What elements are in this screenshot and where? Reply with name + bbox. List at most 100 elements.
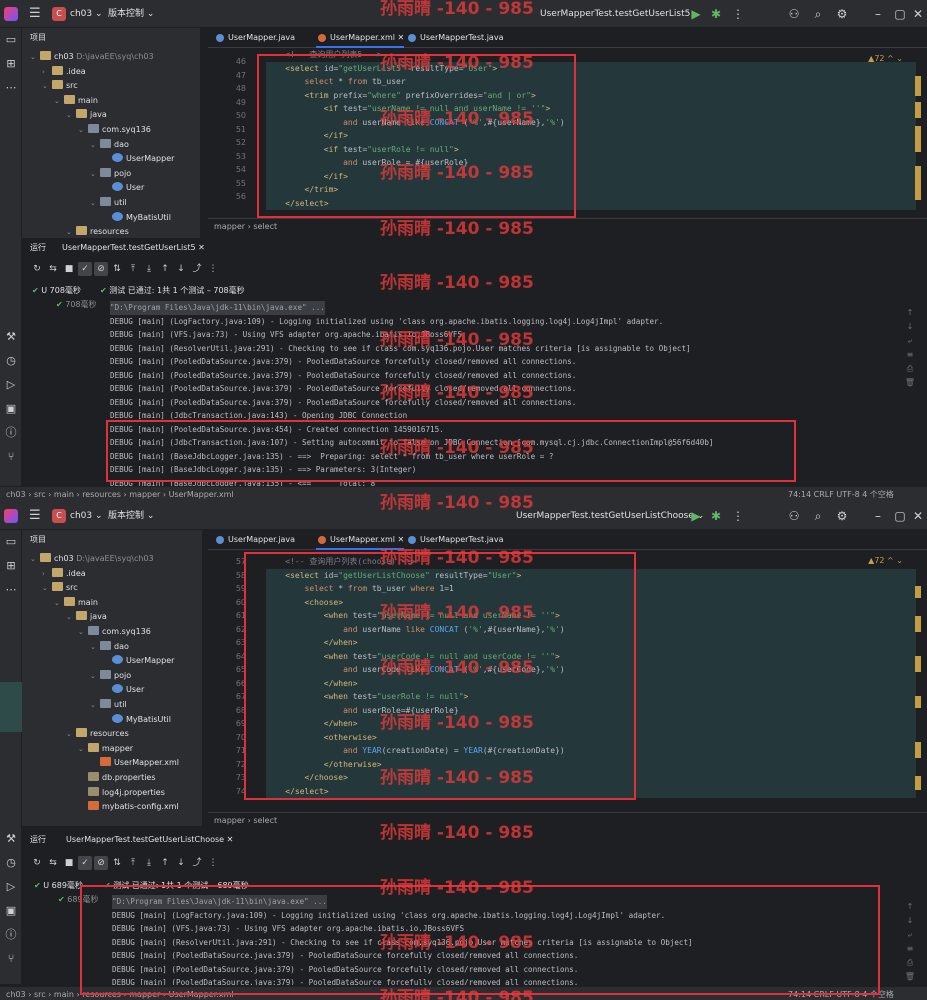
folder-icon[interactable]: ▭ xyxy=(0,530,22,554)
gear-icon[interactable]: ⚙ xyxy=(834,5,850,23)
debug-icon[interactable]: ✱ xyxy=(708,5,724,23)
tree-item[interactable]: log4j.properties xyxy=(78,786,165,800)
tree-item[interactable]: ⌄ util xyxy=(90,196,127,210)
status-path-segment[interactable]: › main xyxy=(46,990,74,999)
sort-icon[interactable]: ⇅ xyxy=(110,856,124,870)
tree-item[interactable]: UserMapper xyxy=(102,654,174,668)
structure-icon[interactable]: ⊞ xyxy=(0,52,22,76)
tree-item[interactable]: MyBatisUtil xyxy=(102,211,171,225)
tree-item[interactable]: › .idea xyxy=(42,567,86,581)
tree-item[interactable]: ⌄ dao xyxy=(90,138,129,152)
close-icon[interactable]: ✕ xyxy=(395,33,405,42)
status-path-segment[interactable]: › resources xyxy=(74,490,121,499)
more-icon[interactable]: ⋮ xyxy=(730,507,746,525)
test-tree-root[interactable]: ✔ U 708毫秒 xyxy=(32,285,81,296)
tree-item[interactable]: ⌄ util xyxy=(90,698,127,712)
tree-toggle-icon[interactable]: ⌄ xyxy=(90,669,100,683)
tree-item[interactable]: ⌄ pojo xyxy=(90,669,131,683)
show-ignored-icon[interactable]: ⊘ xyxy=(94,856,108,870)
search-icon[interactable]: ⌕ xyxy=(810,507,826,525)
tree-toggle-icon[interactable]: ⌄ xyxy=(66,225,76,238)
tree-toggle-icon[interactable]: ⌄ xyxy=(90,138,100,152)
editor-tab[interactable]: UserMapper.java xyxy=(214,28,295,48)
export-icon[interactable]: ⤴ xyxy=(190,856,204,870)
next-icon[interactable]: ↓ xyxy=(174,856,188,870)
vcs-selector[interactable]: 版本控制 ⌄ xyxy=(108,6,154,22)
more-tools-icon[interactable]: ⋯ xyxy=(0,76,22,100)
editor-tab[interactable]: UserMapper.xml ✕ xyxy=(316,28,405,48)
warning-count[interactable]: ▲72 ^ ⌄ xyxy=(868,556,903,565)
run-tool-icon[interactable]: ▷ xyxy=(0,373,22,397)
stop-icon[interactable]: ■ xyxy=(62,856,76,870)
tree-item[interactable]: ⌄ dao xyxy=(90,640,129,654)
tree-item[interactable]: ⌄ src xyxy=(42,79,78,93)
collapse-icon[interactable]: ⤒ xyxy=(126,262,140,276)
editor-tab[interactable]: UserMapper.java xyxy=(214,530,295,550)
hamburger-icon[interactable]: ☰ xyxy=(29,508,41,523)
tree-item[interactable]: ⌄ main xyxy=(54,596,98,610)
wrap-icon[interactable]: ⤶ xyxy=(903,930,917,944)
maximize-icon[interactable]: ▢ xyxy=(892,507,908,525)
tree-item[interactable]: UserMapper xyxy=(102,152,174,166)
tree-toggle-icon[interactable]: ⌄ xyxy=(54,596,64,610)
folder-icon[interactable]: ▭ xyxy=(0,28,22,52)
next-icon[interactable]: ↓ xyxy=(174,262,188,276)
tree-item[interactable]: ⌄ java xyxy=(66,108,107,122)
breadcrumb[interactable]: mapper › select xyxy=(208,218,927,234)
down-icon[interactable]: ↓ xyxy=(903,322,917,336)
down-icon[interactable]: ↓ xyxy=(903,916,917,930)
sort-icon[interactable]: ⇅ xyxy=(110,262,124,276)
problems-icon[interactable]: ⓘ xyxy=(0,923,22,947)
wrap-icon[interactable]: ⤶ xyxy=(903,336,917,350)
run-config-selector[interactable]: UserMapperTest.testGetUserListChoose ⌄ xyxy=(516,508,704,524)
stop-icon[interactable]: ■ xyxy=(62,262,76,276)
tree-toggle-icon[interactable]: ⌄ xyxy=(42,79,52,93)
status-path-segment[interactable]: › src xyxy=(26,490,45,499)
status-path[interactable]: ch03 › src › main › resources › mapper ›… xyxy=(6,490,234,499)
gear-icon[interactable]: ⚙ xyxy=(834,507,850,525)
rerun-icon[interactable]: ↻ xyxy=(30,262,44,276)
tree-item[interactable]: › .idea xyxy=(42,65,86,79)
trash-icon[interactable]: 🗑 xyxy=(903,378,917,392)
project-selector[interactable]: Cch03 ⌄ xyxy=(50,508,107,524)
tree-item[interactable]: UserMapper.xml xyxy=(90,756,179,770)
status-item[interactable]: 74:14 xyxy=(788,490,814,499)
options-icon[interactable]: ⋮ xyxy=(206,262,220,276)
tree-toggle-icon[interactable]: › xyxy=(42,65,52,79)
up-icon[interactable]: ↑ xyxy=(903,308,917,322)
tree-item[interactable]: db.properties xyxy=(78,771,156,785)
tree-toggle-icon[interactable]: ⌄ xyxy=(78,625,88,639)
collapse-icon[interactable]: ⤒ xyxy=(126,856,140,870)
warning-count[interactable]: ▲72 ^ ⌄ xyxy=(868,54,903,63)
tree-toggle-icon[interactable]: ⌄ xyxy=(90,167,100,181)
hamburger-icon[interactable]: ☰ xyxy=(29,6,41,21)
run-config-selector[interactable]: UserMapperTest.testGetUserList5 ⌄ xyxy=(540,6,701,22)
expand-icon[interactable]: ⤓ xyxy=(142,856,156,870)
tree-item[interactable]: mybatis-config.xml xyxy=(78,800,179,814)
minimize-icon[interactable]: – xyxy=(870,507,886,525)
editor-tab[interactable]: UserMapperTest.java xyxy=(406,28,503,48)
tree-toggle-icon[interactable]: ⌄ xyxy=(30,552,40,566)
tree-toggle-icon[interactable]: › xyxy=(42,567,52,581)
tree-item[interactable]: MyBatisUtil xyxy=(102,713,171,727)
tree-toggle-icon[interactable]: ⌄ xyxy=(30,50,40,64)
status-path-segment[interactable]: ch03 xyxy=(6,490,26,499)
rerun-icon[interactable]: ↻ xyxy=(30,856,44,870)
git-icon[interactable]: ⑂ xyxy=(0,947,22,971)
run-icon[interactable]: ▶ xyxy=(688,507,704,525)
test-tree-root[interactable]: ✔ U 689毫秒 xyxy=(34,880,83,891)
status-path-segment[interactable]: › UserMapper.xml xyxy=(160,490,234,499)
run-icon[interactable]: ▶ xyxy=(688,5,704,23)
tree-item[interactable]: ⌄ mapper xyxy=(78,742,133,756)
close-icon[interactable]: ✕ xyxy=(910,507,926,525)
test-tree-child[interactable]: ✔ 708毫秒 xyxy=(56,299,97,310)
rerun-failed-icon[interactable]: ⇆ xyxy=(46,856,60,870)
tree-toggle-icon[interactable]: ⌄ xyxy=(90,196,100,210)
prev-icon[interactable]: ↑ xyxy=(158,856,172,870)
filter-icon[interactable]: ≡ xyxy=(903,350,917,364)
vcs-selector[interactable]: 版本控制 ⌄ xyxy=(108,508,154,524)
tree-toggle-icon[interactable]: ⌄ xyxy=(42,581,52,595)
maximize-icon[interactable]: ▢ xyxy=(892,5,908,23)
git-icon[interactable]: ⑂ xyxy=(0,445,22,469)
tree-item[interactable]: ⌄ java xyxy=(66,610,107,624)
